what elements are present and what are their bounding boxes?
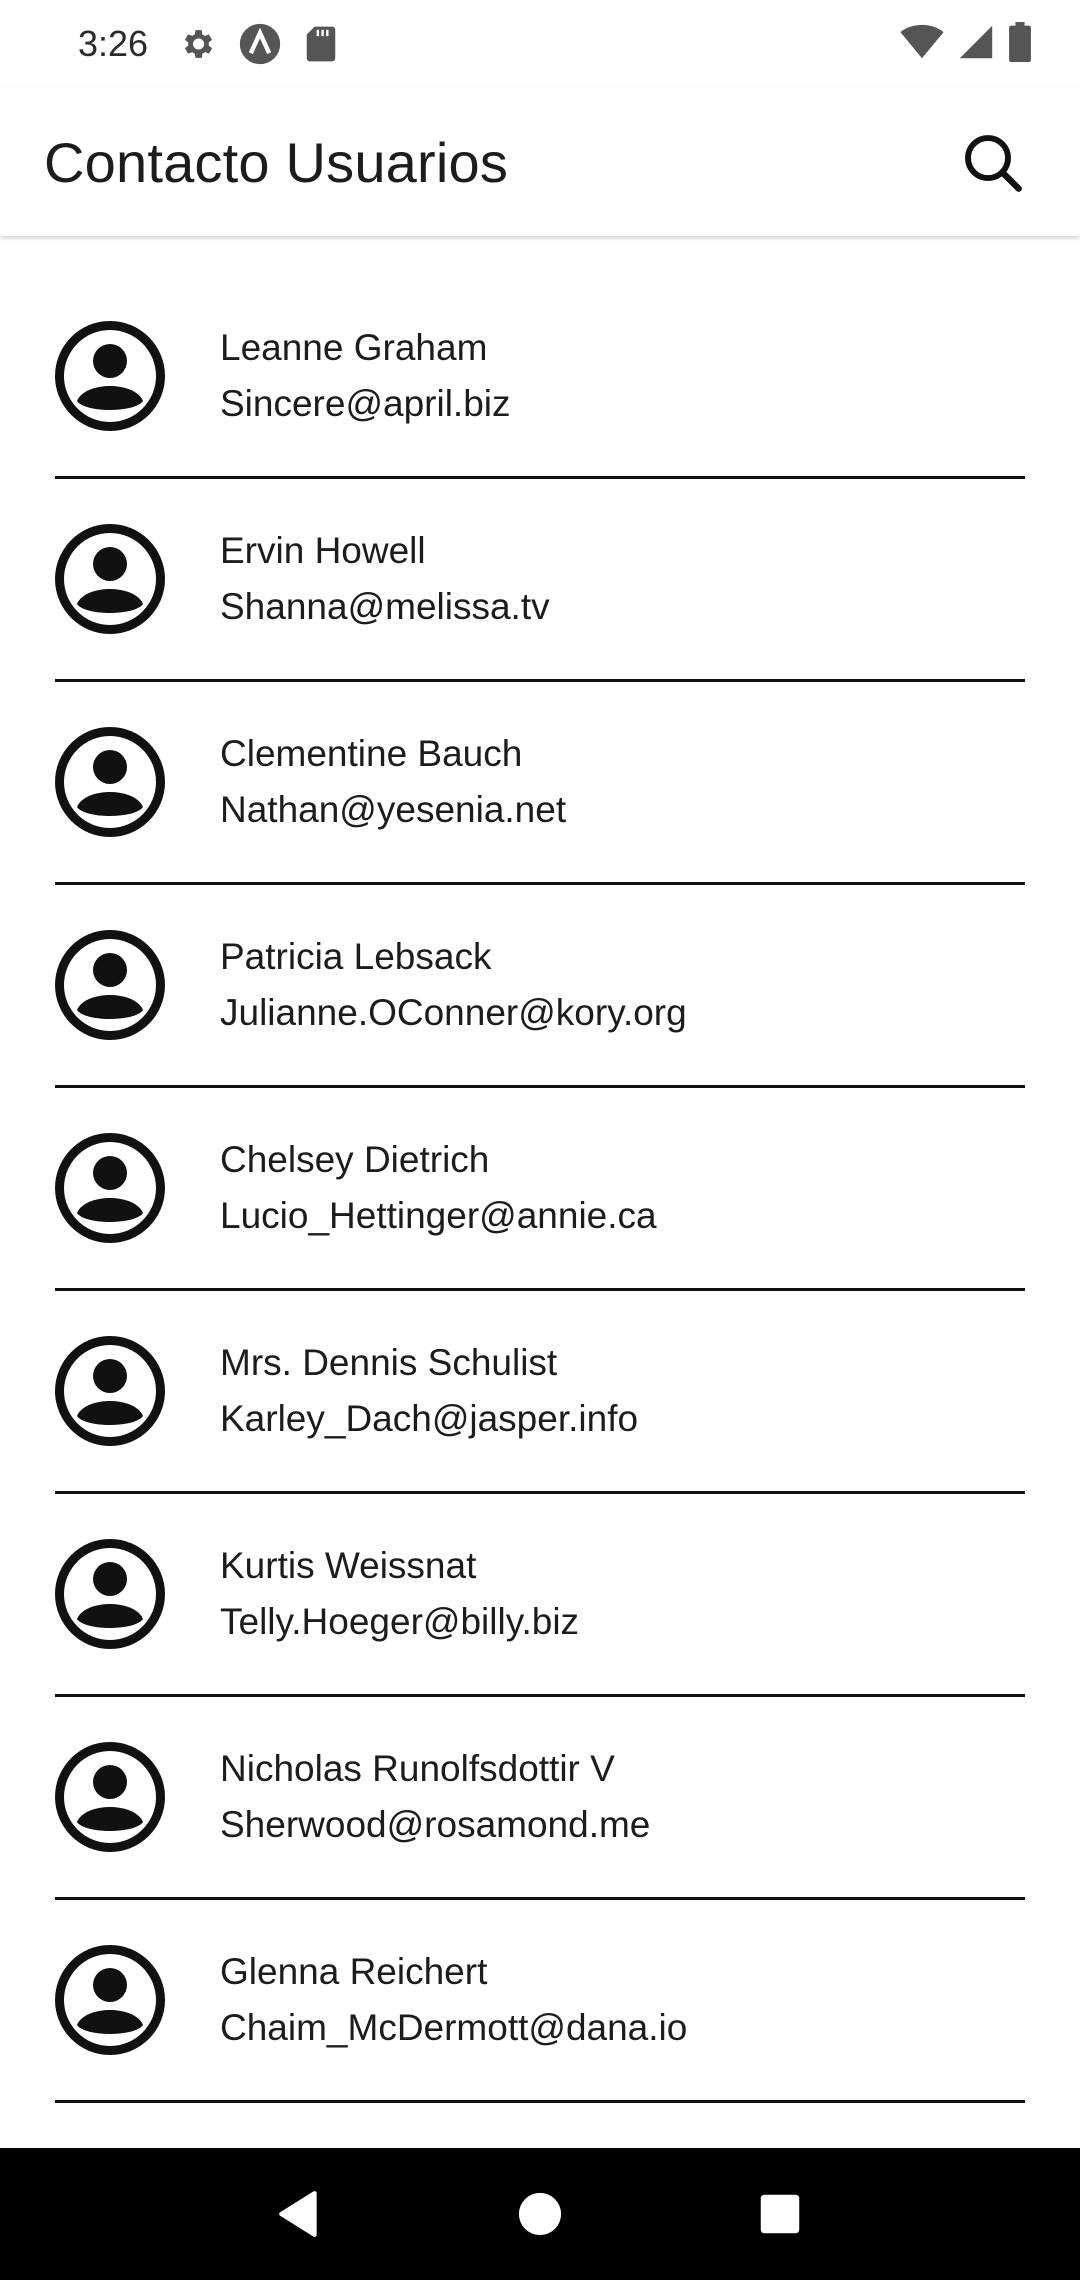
back-button[interactable] xyxy=(260,2174,340,2254)
contact-text: Kurtis Weissnat Telly.Hoeger@billy.biz xyxy=(220,1545,579,1643)
navigation-bar xyxy=(0,2148,1080,2280)
contact-list: Leanne Graham Sincere@april.biz Ervin Ho… xyxy=(0,276,1080,2103)
page-title: Contacto Usuarios xyxy=(44,130,509,194)
status-bar: 3:26 xyxy=(0,0,1080,88)
list-item[interactable]: Patricia Lebsack Julianne.OConner@kory.o… xyxy=(55,885,1025,1088)
list-item[interactable]: Glenna Reichert Chaim_McDermott@dana.io xyxy=(55,1900,1025,2103)
app-bar: Contacto Usuarios xyxy=(0,88,1080,236)
recents-button[interactable] xyxy=(740,2174,820,2254)
battery-icon xyxy=(1008,21,1032,67)
back-icon xyxy=(279,2191,317,2237)
contact-text: Glenna Reichert Chaim_McDermott@dana.io xyxy=(220,1951,687,2049)
avatar-icon xyxy=(55,1539,165,1649)
settings-icon xyxy=(178,25,216,63)
avatar-icon xyxy=(55,1742,165,1852)
avatar-icon xyxy=(55,727,165,837)
contact-email: Julianne.OConner@kory.org xyxy=(220,992,687,1033)
contact-email: Karley_Dach@jasper.info xyxy=(220,1398,639,1439)
sd-card-icon xyxy=(304,25,338,63)
contact-text: Leanne Graham Sincere@april.biz xyxy=(220,327,511,425)
contact-email: Lucio_Hettinger@annie.ca xyxy=(220,1195,657,1236)
contact-email: Nathan@yesenia.net xyxy=(220,789,567,830)
contact-name: Glenna Reichert xyxy=(220,1951,488,1992)
contact-name: Mrs. Dennis Schulist xyxy=(220,1342,558,1383)
contact-name: Patricia Lebsack xyxy=(220,936,492,977)
contact-name: Kurtis Weissnat xyxy=(220,1545,477,1586)
contact-name: Ervin Howell xyxy=(220,530,426,571)
avatar-icon xyxy=(55,1133,165,1243)
home-button[interactable] xyxy=(500,2174,580,2254)
contact-name: Clementine Bauch xyxy=(220,733,523,774)
a-circle-icon xyxy=(238,22,282,66)
status-right-icons xyxy=(900,21,1032,67)
contact-email: Chaim_McDermott@dana.io xyxy=(220,2007,688,2048)
home-icon xyxy=(518,2192,562,2236)
contact-email: Sherwood@rosamond.me xyxy=(220,1804,651,1845)
list-item[interactable]: Chelsey Dietrich Lucio_Hettinger@annie.c… xyxy=(55,1088,1025,1291)
contact-text: Nicholas Runolfsdottir V Sherwood@rosamo… xyxy=(220,1748,650,1846)
contact-text: Ervin Howell Shanna@melissa.tv xyxy=(220,530,550,628)
contact-text: Chelsey Dietrich Lucio_Hettinger@annie.c… xyxy=(220,1139,657,1237)
recents-icon xyxy=(760,2194,800,2234)
list-item[interactable]: Mrs. Dennis Schulist Karley_Dach@jasper.… xyxy=(55,1291,1025,1494)
contact-name: Chelsey Dietrich xyxy=(220,1139,490,1180)
avatar-icon xyxy=(55,321,165,431)
avatar-icon xyxy=(55,524,165,634)
list-item[interactable]: Clementine Bauch Nathan@yesenia.net xyxy=(55,682,1025,885)
wifi-icon xyxy=(900,24,944,65)
list-item[interactable]: Kurtis Weissnat Telly.Hoeger@billy.biz xyxy=(55,1494,1025,1697)
avatar-icon xyxy=(55,930,165,1040)
contact-text: Clementine Bauch Nathan@yesenia.net xyxy=(220,733,566,831)
contact-email: Sincere@april.biz xyxy=(220,383,511,424)
contact-email: Telly.Hoeger@billy.biz xyxy=(220,1601,580,1642)
avatar-icon xyxy=(55,1945,165,2055)
list-item[interactable]: Nicholas Runolfsdottir V Sherwood@rosamo… xyxy=(55,1697,1025,1900)
contact-text: Mrs. Dennis Schulist Karley_Dach@jasper.… xyxy=(220,1342,638,1440)
list-item[interactable]: Leanne Graham Sincere@april.biz xyxy=(55,276,1025,479)
contact-email: Shanna@melissa.tv xyxy=(220,586,550,627)
status-time: 3:26 xyxy=(78,23,149,64)
search-icon xyxy=(965,135,1022,192)
avatar-icon xyxy=(55,1336,165,1446)
contact-text: Patricia Lebsack Julianne.OConner@kory.o… xyxy=(220,936,687,1034)
list-item[interactable]: Ervin Howell Shanna@melissa.tv xyxy=(55,479,1025,682)
contact-name: Leanne Graham xyxy=(220,327,488,368)
contact-name: Nicholas Runolfsdottir V xyxy=(220,1748,615,1789)
search-button[interactable] xyxy=(948,118,1036,206)
cell-signal-icon xyxy=(958,24,994,65)
